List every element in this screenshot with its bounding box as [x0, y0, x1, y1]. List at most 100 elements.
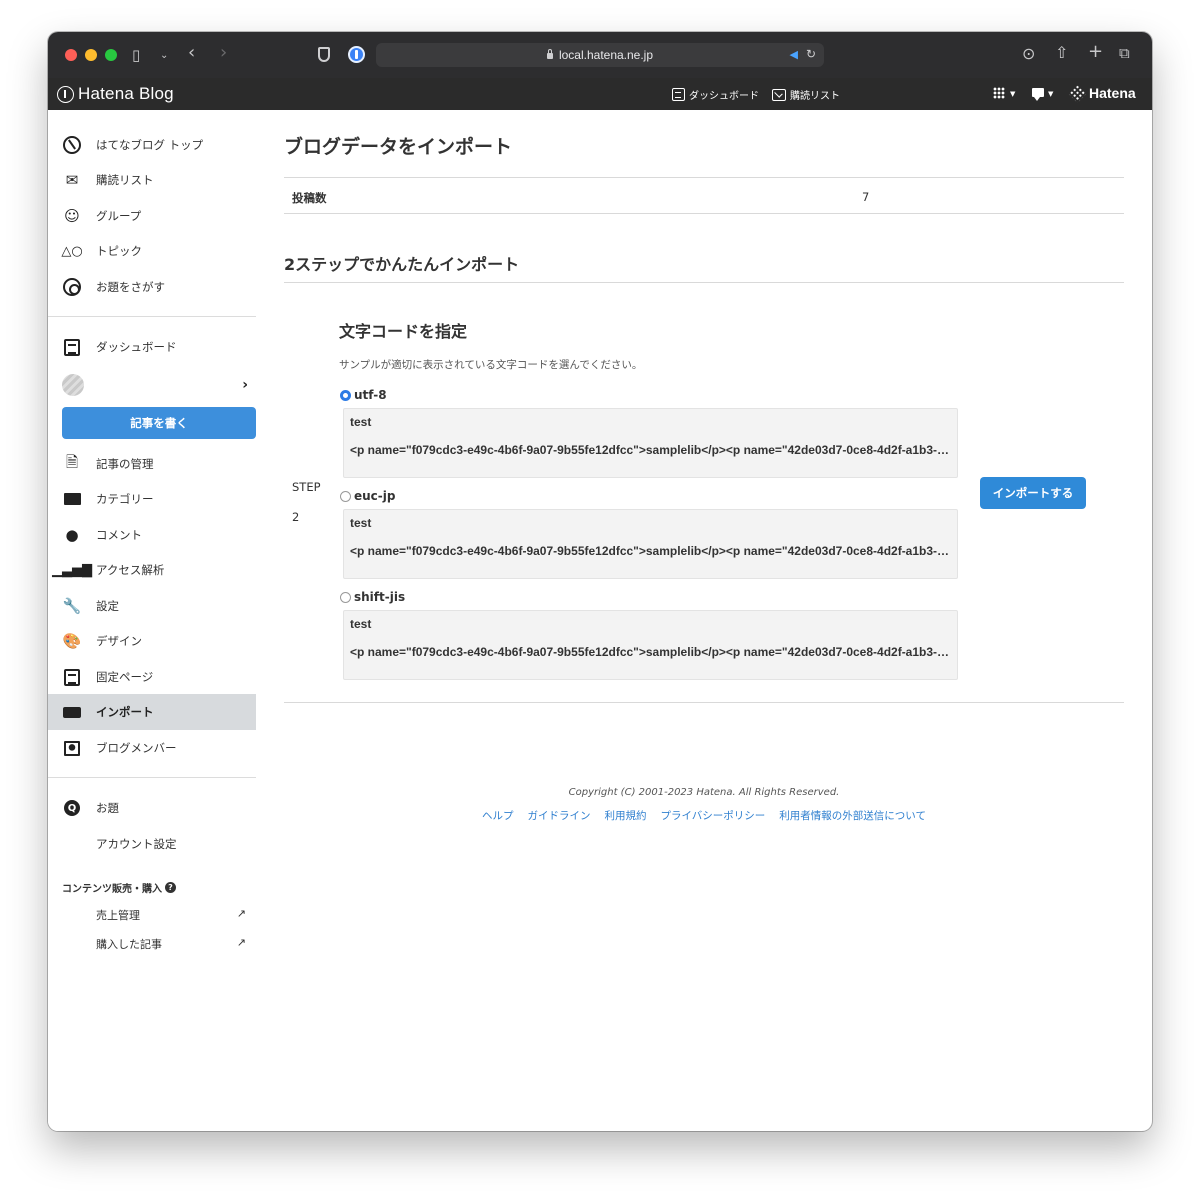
- blog-avatar: [62, 374, 84, 396]
- sidebar-item-label: コメント: [96, 528, 142, 542]
- sidebar-item-import[interactable]: インポート: [48, 694, 256, 730]
- footer-link-privacy[interactable]: プライバシーポリシー: [661, 808, 766, 823]
- chevron-down-icon[interactable]: ⌄: [160, 48, 168, 64]
- hatena-label: Hatena: [1089, 85, 1136, 101]
- sidebar-item-sales-management[interactable]: 売上管理 ↗: [96, 907, 246, 923]
- divider: [284, 177, 1124, 178]
- forward-icon[interactable]: ›: [220, 44, 227, 62]
- sidebar-item-find-odai[interactable]: お題をさがす: [48, 269, 256, 305]
- sidebar-item-label: お題: [96, 801, 119, 815]
- radio-shiftjis[interactable]: [340, 591, 351, 603]
- encoding-option-eucjp[interactable]: euc-jp: [340, 489, 395, 503]
- sidebar-item-label: お題をさがす: [96, 280, 165, 294]
- topic-icon: △○: [61, 243, 83, 259]
- sidebar-item-label: ダッシュボード: [96, 340, 177, 354]
- sidebar-item-account-settings[interactable]: アカウント設定: [48, 826, 256, 862]
- services-grid-icon[interactable]: [993, 87, 1005, 99]
- external-link-icon: ↗: [236, 936, 246, 949]
- dashboard-icon: [672, 88, 685, 101]
- footer-link-external-transmission[interactable]: 利用者情報の外部送信について: [779, 808, 926, 823]
- header-reading-list-link[interactable]: 購読リスト: [772, 87, 840, 102]
- sidebar-item-comment[interactable]: ● コメント: [48, 517, 256, 553]
- divider: [284, 213, 1124, 214]
- sidebar-item-label: アカウント設定: [96, 837, 177, 851]
- share-icon[interactable]: ⇧: [1055, 45, 1068, 61]
- write-article-button[interactable]: 記事を書く: [62, 407, 256, 439]
- radio-eucjp[interactable]: [340, 490, 351, 502]
- sidebar-item-label: はてなブログ トップ: [96, 138, 204, 152]
- radio-utf8[interactable]: [340, 389, 351, 401]
- sidebar-item-label: アクセス解析: [96, 563, 165, 577]
- close-window-button[interactable]: [65, 49, 77, 61]
- page-title: ブログデータをインポート: [284, 136, 513, 158]
- header-dashboard-link[interactable]: ダッシュボード: [672, 87, 759, 102]
- hatena-blog-logo[interactable]: Hatena Blog: [57, 84, 174, 104]
- sidebar-item-reading-list[interactable]: ✉ 購読リスト: [48, 162, 256, 198]
- footer-link-help[interactable]: ヘルプ: [482, 808, 514, 823]
- article-icon: 🗎: [65, 452, 79, 471]
- truck-icon: [63, 703, 81, 721]
- downloads-icon[interactable]: ⊙: [1022, 46, 1035, 62]
- post-count-label: 投稿数: [292, 191, 327, 205]
- tab-overview-icon[interactable]: ⧉: [1119, 45, 1130, 61]
- sidebar-item-dashboard[interactable]: ダッシュボード: [48, 329, 256, 365]
- sidebar-item-category[interactable]: カテゴリー: [48, 481, 256, 517]
- sidebar: はてなブログ トップ ✉ 購読リスト ☺ グループ △○ トピック お題をさがす…: [48, 110, 256, 1131]
- sidebar-item-fixed-page[interactable]: 固定ページ: [48, 659, 256, 695]
- divider: [284, 702, 1124, 703]
- sidebar-item-purchased-articles[interactable]: 購入した記事 ↗: [96, 936, 246, 952]
- import-button[interactable]: インポートする: [980, 477, 1086, 509]
- back-icon[interactable]: ‹: [188, 44, 195, 62]
- sidebar-item-label: カテゴリー: [96, 492, 154, 506]
- sample-preview-shiftjis: test <p name="f079cdc3-e49c-4b6f-9a07-9b…: [343, 610, 958, 680]
- encoding-option-shiftjis[interactable]: shift-jis: [340, 590, 405, 604]
- sidebar-item-settings[interactable]: 🔧 設定: [48, 588, 256, 624]
- footer-link-guidelines[interactable]: ガイドライン: [528, 808, 591, 823]
- sidebar-item-access-analysis[interactable]: ▁▃▅▇ アクセス解析: [48, 552, 256, 588]
- sidebar-item-hatena-blog-top[interactable]: はてなブログ トップ: [48, 127, 256, 163]
- url-text: local.hatena.ne.jp: [558, 48, 654, 62]
- steps-heading: 2ステップでかんたんインポート: [284, 255, 520, 274]
- group-icon: ☺: [64, 207, 80, 225]
- wrench-icon: 🔧: [62, 597, 82, 615]
- sidebar-item-odai[interactable]: Q お題: [48, 790, 256, 826]
- sidebar-item-blog-member[interactable]: ブログメンバー: [48, 730, 256, 766]
- sample-title: test: [350, 516, 372, 530]
- audio-icon[interactable]: ◀: [790, 48, 798, 61]
- bar-chart-icon: ▁▃▅▇: [52, 562, 92, 578]
- encoding-option-utf8[interactable]: utf-8: [340, 388, 387, 402]
- sample-body: <p name="f079cdc3-e49c-4b6f-9a07-9b55fe1…: [350, 544, 951, 558]
- reload-icon[interactable]: ↻: [806, 47, 816, 61]
- sidebar-item-label: 設定: [96, 599, 119, 613]
- hatena-account-link[interactable]: Hatena: [1068, 83, 1136, 103]
- address-bar[interactable]: local.hatena.ne.jp ◀ ↻: [376, 43, 824, 67]
- new-tab-icon[interactable]: +: [1088, 43, 1103, 61]
- traffic-lights: [65, 49, 117, 61]
- blog-selector[interactable]: ›: [48, 367, 256, 403]
- sidebar-item-topic[interactable]: △○ トピック: [48, 233, 256, 269]
- sidebar-item-label: 購入した記事: [96, 938, 162, 951]
- privacy-shield-icon[interactable]: [318, 47, 330, 62]
- sidebar-item-label: 購読リスト: [96, 173, 154, 187]
- footer-links: ヘルプ ガイドライン 利用規約 プライバシーポリシー 利用者情報の外部送信につい…: [284, 808, 1124, 823]
- footer-link-terms[interactable]: 利用規約: [605, 808, 647, 823]
- sidebar-item-article-management[interactable]: 🗎 記事の管理: [48, 446, 256, 482]
- sidebar-item-label: グループ: [96, 209, 142, 223]
- sidebar-item-group[interactable]: ☺ グループ: [48, 198, 256, 234]
- step-label: STEP: [292, 480, 321, 494]
- chevron-right-icon: ›: [242, 377, 248, 393]
- sidebar-toggle-icon[interactable]: ▯: [132, 47, 140, 63]
- password-manager-icon[interactable]: [348, 46, 365, 63]
- minimize-window-button[interactable]: [85, 49, 97, 61]
- external-link-icon: ↗: [236, 907, 246, 920]
- help-icon[interactable]: ?: [165, 882, 176, 893]
- lock-icon: [546, 49, 553, 59]
- sidebar-item-design[interactable]: 🎨 デザイン: [48, 623, 256, 659]
- chevron-down-icon: ▼: [1010, 90, 1016, 98]
- zoom-window-button[interactable]: [105, 49, 117, 61]
- contents-caption-text: コンテンツ販売・購入: [62, 884, 162, 895]
- sidebar-item-label: インポート: [96, 705, 154, 719]
- notification-bubble-icon[interactable]: [1032, 88, 1044, 101]
- sample-body: <p name="f079cdc3-e49c-4b6f-9a07-9b55fe1…: [350, 645, 951, 659]
- reading-list-icon: ✉: [65, 171, 79, 189]
